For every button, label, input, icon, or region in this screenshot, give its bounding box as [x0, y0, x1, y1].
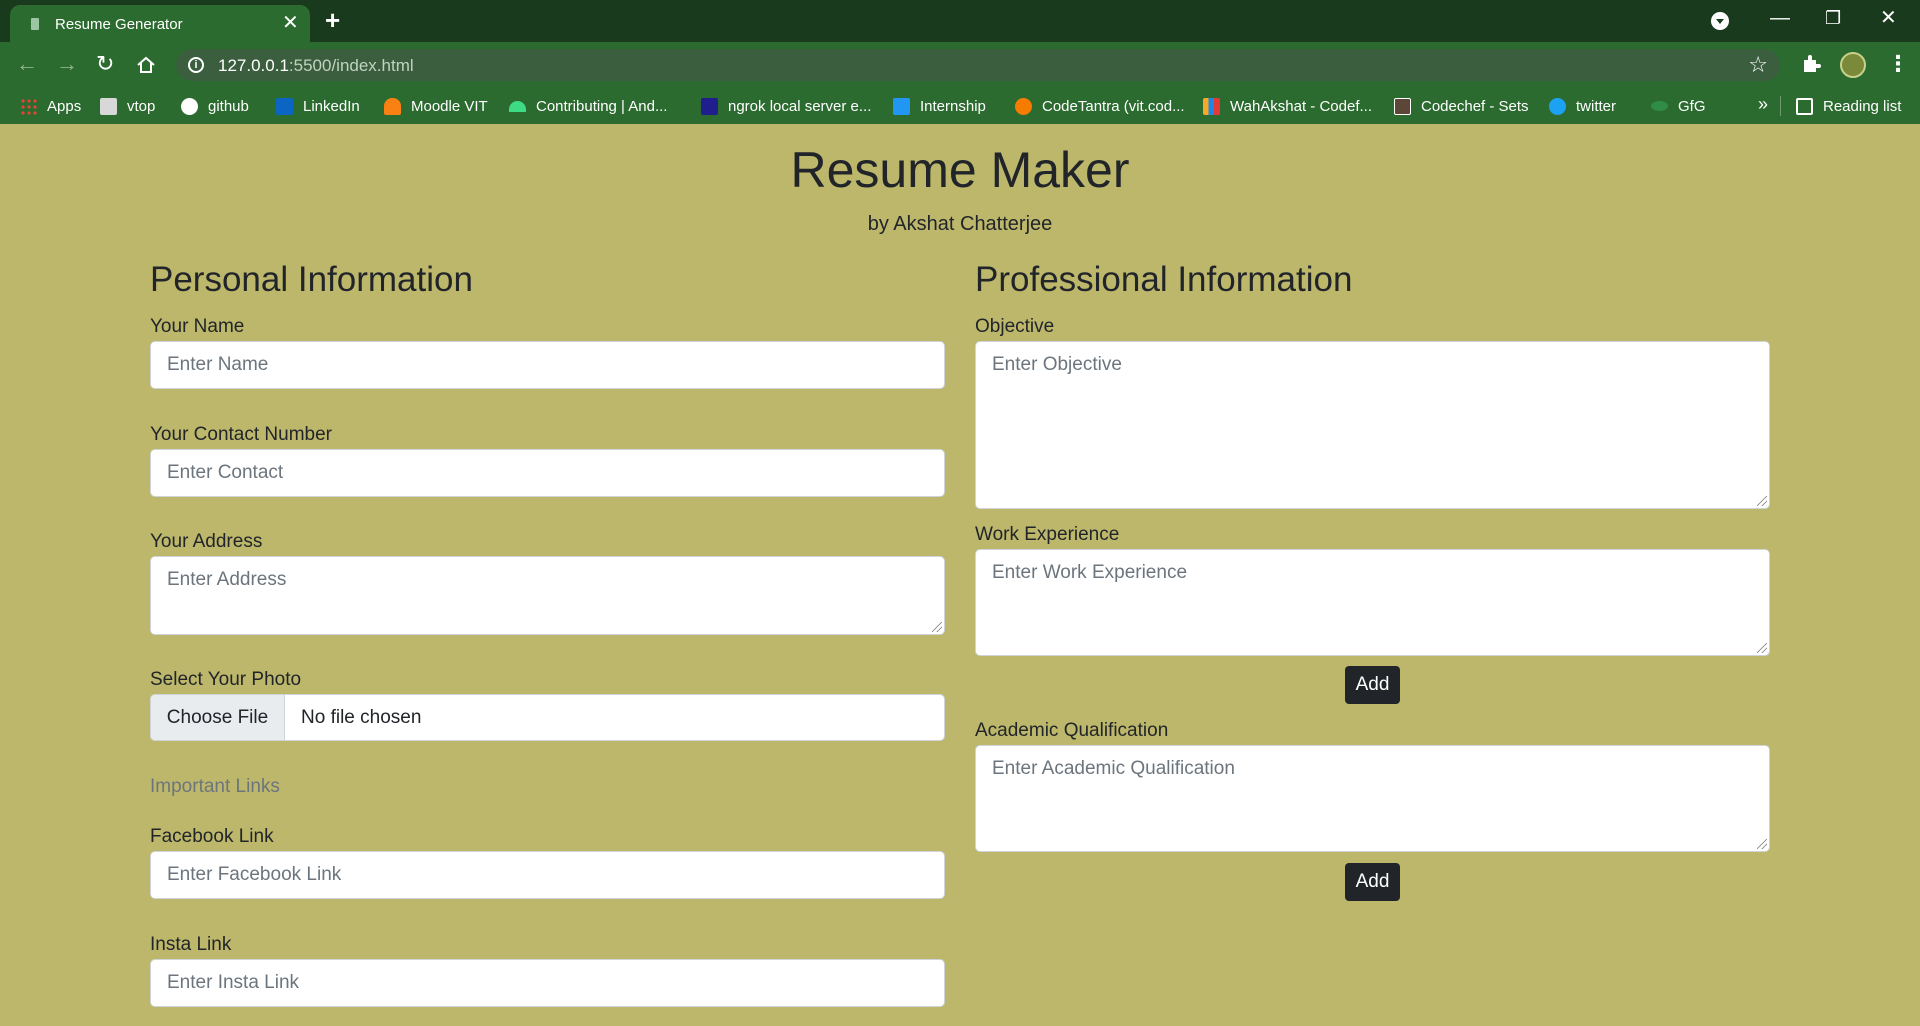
codechef-icon	[1394, 97, 1411, 115]
address-label: Your Address	[150, 531, 263, 552]
internshala-icon	[893, 97, 910, 115]
reload-icon[interactable]: ↻	[96, 51, 114, 77]
name-input[interactable]: Enter Name	[150, 341, 945, 389]
bookmark-label: CodeTantra (vit.cod...	[1042, 97, 1185, 115]
bookmark-internship[interactable]: Internship	[893, 97, 986, 115]
important-links-heading: Important Links	[150, 776, 280, 797]
add-academic-button[interactable]: Add	[1345, 863, 1400, 901]
new-tab-button[interactable]: +	[325, 7, 340, 33]
profile-avatar[interactable]	[1840, 52, 1866, 78]
bookmark-codechef[interactable]: Codechef - Sets	[1394, 97, 1529, 115]
close-window-icon[interactable]: ✕	[1880, 6, 1897, 30]
insta-label: Insta Link	[150, 934, 232, 955]
bookmark-android[interactable]: Contributing | And...	[509, 97, 667, 115]
tab-title: Resume Generator	[55, 16, 183, 33]
bookmark-vtop[interactable]: vtop	[100, 97, 155, 115]
bookmark-label: Internship	[920, 97, 986, 115]
reading-list-button[interactable]: Reading list	[1796, 97, 1901, 115]
browser-tab-strip: Resume Generator ✕ + — ❐ ✕	[0, 0, 1920, 42]
more-bookmarks-icon[interactable]: »	[1758, 94, 1768, 115]
bookmark-linkedin[interactable]: LinkedIn	[276, 97, 360, 115]
bookmark-label: twitter	[1576, 97, 1617, 115]
bookmark-label: github	[208, 97, 249, 115]
contact-input[interactable]: Enter Contact	[150, 449, 945, 497]
insta-input[interactable]: Enter Insta Link	[150, 959, 945, 1007]
moodle-icon	[384, 97, 401, 115]
back-icon[interactable]: ←	[16, 51, 38, 77]
linkedin-icon	[276, 97, 293, 115]
address-bar[interactable]: i 127.0.0.1:5500/index.html ☆	[176, 49, 1780, 81]
bookmark-label: GfG	[1678, 97, 1706, 115]
page-title: Resume Maker	[790, 142, 1130, 198]
page-favicon-icon	[31, 18, 39, 30]
browser-tab[interactable]: Resume Generator ✕	[10, 5, 310, 42]
page-byline: by Akshat Chatterjee	[867, 213, 1053, 235]
bookmark-apps[interactable]: Apps	[20, 97, 81, 115]
add-work-experience-button[interactable]: Add	[1345, 666, 1400, 704]
bookmark-codetantra[interactable]: CodeTantra (vit.cod...	[1015, 97, 1185, 115]
professional-info-heading: Professional Information	[975, 260, 1353, 299]
bookmark-github[interactable]: github	[181, 97, 249, 115]
restore-icon[interactable]: ❐	[1825, 6, 1841, 30]
bookmarks-divider	[1780, 96, 1781, 116]
browser-toolbar: ← → ↻ i 127.0.0.1:5500/index.html ☆ ⋮	[0, 42, 1920, 88]
file-status: No file chosen	[301, 707, 422, 728]
photo-file-input[interactable]: Choose File No file chosen	[150, 694, 945, 741]
home-icon[interactable]	[136, 55, 156, 75]
bookmark-twitter[interactable]: twitter	[1549, 97, 1616, 115]
facebook-label: Facebook Link	[150, 826, 274, 847]
work-experience-textarea[interactable]: Enter Work Experience	[975, 549, 1770, 656]
forward-icon[interactable]: →	[56, 51, 78, 77]
bookmark-label: Codechef - Sets	[1421, 97, 1529, 115]
android-icon	[509, 100, 526, 112]
ngrok-icon	[701, 97, 718, 115]
gfg-icon	[1651, 101, 1668, 111]
facebook-input[interactable]: Enter Facebook Link	[150, 851, 945, 899]
bookmark-label: Apps	[47, 97, 82, 115]
bookmark-label: Contributing | And...	[536, 97, 668, 115]
bookmark-label: Moodle VIT	[411, 97, 488, 115]
url-path: :5500/index.html	[288, 56, 414, 75]
bookmark-label: ngrok local server e...	[728, 97, 872, 115]
site-info-icon[interactable]: i	[188, 57, 204, 73]
minimize-icon[interactable]: —	[1770, 6, 1790, 30]
photo-label: Select Your Photo	[150, 669, 302, 690]
name-label: Your Name	[150, 316, 245, 337]
tab-close-icon[interactable]: ✕	[282, 13, 299, 33]
bookmark-moodle[interactable]: Moodle VIT	[384, 97, 488, 115]
apps-grid-icon	[20, 97, 37, 115]
personal-info-heading: Personal Information	[150, 260, 473, 299]
objective-label: Objective	[975, 316, 1055, 337]
bookmarks-bar: Apps vtop github LinkedIn Moodle VIT Con…	[0, 88, 1920, 124]
bookmark-codeforces[interactable]: WahAkshat - Codef...	[1203, 97, 1372, 115]
reading-list-icon	[1796, 97, 1813, 115]
bookmark-label: WahAkshat - Codef...	[1230, 97, 1373, 115]
bookmark-gfg[interactable]: GfG	[1651, 97, 1706, 115]
objective-textarea[interactable]: Enter Objective	[975, 341, 1770, 509]
bookmark-star-icon[interactable]: ☆	[1748, 52, 1768, 78]
contact-label: Your Contact Number	[150, 424, 333, 445]
url-text[interactable]: 127.0.0.1:5500/index.html	[218, 56, 414, 76]
bookmark-label: LinkedIn	[303, 97, 360, 115]
academic-label: Academic Qualification	[975, 720, 1169, 741]
github-icon	[181, 97, 198, 115]
tab-search-icon[interactable]	[1711, 12, 1729, 30]
twitter-icon	[1549, 97, 1566, 115]
bookmark-label: vtop	[127, 97, 156, 115]
vtop-icon	[100, 97, 117, 115]
choose-file-button[interactable]: Choose File	[151, 695, 285, 740]
extensions-puzzle-icon[interactable]	[1800, 52, 1822, 74]
reading-list-label: Reading list	[1823, 97, 1902, 115]
browser-menu-icon[interactable]: ⋮	[1887, 52, 1909, 76]
bookmark-ngrok[interactable]: ngrok local server e...	[701, 97, 871, 115]
address-textarea[interactable]: Enter Address	[150, 556, 945, 635]
academic-textarea[interactable]: Enter Academic Qualification	[975, 745, 1770, 852]
codeforces-icon	[1203, 97, 1220, 115]
codetantra-icon	[1015, 97, 1032, 115]
work-experience-label: Work Experience	[975, 524, 1120, 545]
url-host: 127.0.0.1	[218, 56, 289, 75]
